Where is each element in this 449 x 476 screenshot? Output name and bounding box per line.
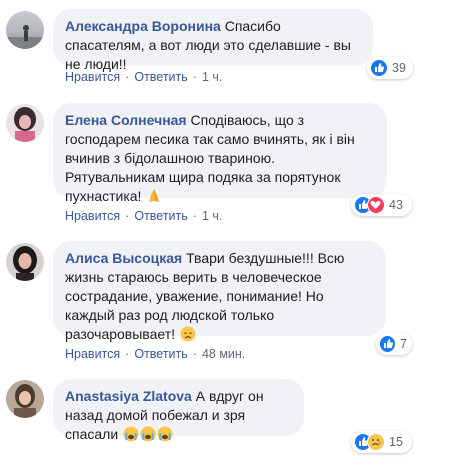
reply-link[interactable]: Ответить xyxy=(134,209,187,223)
reaction-summary[interactable]: 39 xyxy=(367,57,413,79)
comment-author[interactable]: Александра Воронина xyxy=(65,18,221,34)
like-link[interactable]: Нравится xyxy=(65,70,120,84)
sad-icon xyxy=(367,433,385,451)
comment-bubble: Александра Воронина Спасибо спасателям, … xyxy=(53,9,373,72)
separator: · xyxy=(192,70,197,84)
reaction-summary[interactable]: 7 xyxy=(376,333,412,355)
avatar-photo-icon xyxy=(14,384,36,418)
comment-author[interactable]: Anastasiya Zlatova xyxy=(65,388,192,404)
reaction-count: 39 xyxy=(392,61,406,75)
avatar-photo-icon xyxy=(6,25,44,49)
love-icon xyxy=(367,196,385,214)
separator: · xyxy=(125,347,130,361)
crying-face-emoji xyxy=(123,426,139,442)
reaction-count: 43 xyxy=(389,198,403,212)
comment-actions: Нравится · Ответить · 48 мин. xyxy=(65,347,245,361)
crying-face-emoji xyxy=(157,426,173,442)
comment-bubble: Anastasiya Zlatova А вдруг он назад домо… xyxy=(53,379,304,442)
reaction-count: 15 xyxy=(389,435,403,449)
avatar[interactable] xyxy=(6,243,44,281)
comment-bubble: Алиса Высоцкая Твари бездушные!!! Всю жи… xyxy=(53,241,386,342)
crying-face-emoji xyxy=(140,426,156,442)
comment-actions: Нравится · Ответить · 1 ч. xyxy=(65,70,222,84)
separator: · xyxy=(125,70,130,84)
like-link[interactable]: Нравится xyxy=(65,209,120,223)
comment-author[interactable]: Алиса Высоцкая xyxy=(65,250,182,266)
reaction-summary[interactable]: 15 xyxy=(351,431,412,453)
separator: · xyxy=(192,347,197,361)
like-icon xyxy=(370,59,388,77)
comment-timestamp[interactable]: 1 ч. xyxy=(202,70,222,84)
comment-timestamp[interactable]: 48 мин. xyxy=(202,347,245,361)
reply-link[interactable]: Ответить xyxy=(134,70,187,84)
like-icon xyxy=(379,335,396,353)
avatar[interactable] xyxy=(6,11,44,49)
comment-author[interactable]: Елена Солнечная xyxy=(65,112,187,128)
disappointed-face-emoji xyxy=(180,326,196,342)
avatar-photo-icon xyxy=(13,246,37,281)
reply-link[interactable]: Ответить xyxy=(134,347,187,361)
reaction-count: 7 xyxy=(400,337,407,351)
separator: · xyxy=(125,209,130,223)
avatar-photo-icon xyxy=(14,107,36,142)
folded-hands-emoji xyxy=(149,189,160,202)
reaction-summary[interactable]: 43 xyxy=(351,194,412,216)
like-link[interactable]: Нравится xyxy=(65,347,120,361)
comment-timestamp[interactable]: 1 ч. xyxy=(202,209,222,223)
avatar[interactable] xyxy=(6,104,44,142)
separator: · xyxy=(192,209,197,223)
comment-actions: Нравится · Ответить · 1 ч. xyxy=(65,209,222,223)
avatar[interactable] xyxy=(6,380,44,418)
comment-bubble: Елена Солнечная Сподіваюсь, що з господа… xyxy=(53,103,387,204)
